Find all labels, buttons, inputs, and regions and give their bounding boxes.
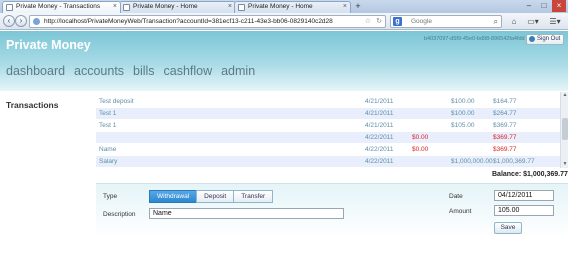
description-field[interactable]: Name bbox=[149, 208, 344, 219]
browser-tab-home-1[interactable]: Private Money - Home × bbox=[119, 1, 236, 13]
close-icon[interactable]: × bbox=[228, 2, 232, 12]
menu-item-accounts[interactable]: accounts bbox=[74, 64, 124, 78]
address-bar[interactable]: http://localhost/PrivateMoneyWeb/Transac… bbox=[29, 15, 386, 28]
date-label: Date bbox=[449, 193, 463, 200]
app-header: Private Money b4037097-d5f9-45e0-bd98-89… bbox=[0, 31, 568, 91]
table-row[interactable]: Test 1 4/21/2011 $105.00 $369.77 bbox=[96, 120, 560, 131]
address-text: http://localhost/PrivateMoneyWeb/Transac… bbox=[44, 18, 333, 25]
tx-balance: $164.77 bbox=[493, 98, 517, 105]
tx-balance: $1,000,369.77 bbox=[493, 158, 535, 165]
amount-field[interactable]: 105.00 bbox=[494, 205, 554, 216]
tx-deposit: $100.00 bbox=[451, 98, 475, 105]
menu-icon[interactable]: ☰▾ bbox=[546, 16, 564, 27]
scroll-up-icon[interactable]: ▲ bbox=[561, 92, 568, 99]
signout-icon bbox=[529, 36, 535, 42]
tx-name: Test 1 bbox=[99, 110, 117, 117]
tx-date: 4/22/2011 bbox=[365, 146, 394, 153]
list-scrollbar[interactable]: ▲ ▼ bbox=[560, 92, 568, 168]
page-title: Transactions bbox=[6, 100, 59, 110]
main-menu: dashboard accounts bills cashflow admin bbox=[6, 64, 262, 80]
tx-withdrawal: $0.00 bbox=[412, 134, 429, 141]
browser-tab-transactions[interactable]: Private Money - Transactions × bbox=[2, 1, 121, 13]
tab-title: Private Money - Home bbox=[133, 3, 198, 10]
search-input[interactable]: g Google ⌕ bbox=[390, 15, 502, 28]
scrollbar-thumb[interactable] bbox=[562, 118, 568, 140]
tx-balance: $369.77 bbox=[493, 134, 517, 141]
browser-tab-home-2[interactable]: Private Money - Home × bbox=[234, 1, 351, 13]
tx-withdrawal: $0.00 bbox=[412, 146, 429, 153]
reload-icon[interactable]: ↻ bbox=[376, 16, 382, 27]
page-icon bbox=[6, 4, 13, 11]
type-withdrawal-button[interactable]: Withdrawal bbox=[149, 190, 198, 203]
menu-item-dashboard[interactable]: dashboard bbox=[6, 64, 65, 78]
tx-name: Salary bbox=[99, 158, 118, 165]
tx-deposit: $100.00 bbox=[451, 110, 475, 117]
page-icon bbox=[123, 4, 130, 11]
balance-total: Balance: $1,000,369.77 bbox=[492, 171, 568, 178]
addon-icon[interactable]: ▭▾ bbox=[524, 16, 542, 27]
minimize-icon[interactable]: – bbox=[522, 0, 536, 12]
tx-balance: $264.77 bbox=[493, 110, 517, 117]
tab-title: Private Money - Transactions bbox=[16, 3, 101, 10]
maximize-icon[interactable]: □ bbox=[537, 0, 551, 12]
menu-item-cashflow[interactable]: cashflow bbox=[164, 64, 213, 78]
table-row[interactable]: Salary 4/22/2011 $1,000,000.00 $1,000,36… bbox=[96, 156, 560, 167]
transaction-list: Test deposit 4/21/2011 $100.00 $164.77 T… bbox=[96, 92, 560, 168]
table-row[interactable]: Test deposit 4/21/2011 $100.00 $164.77 bbox=[96, 96, 560, 107]
account-id: b4037097-d5f9-45e0-bd98-896542fa4fdd bbox=[424, 36, 525, 42]
browser-tabstrip: Private Money - Transactions × Private M… bbox=[0, 0, 568, 13]
amount-label: Amount bbox=[449, 208, 472, 215]
app-brand[interactable]: Private Money bbox=[6, 38, 91, 52]
tx-date: 4/21/2011 bbox=[365, 122, 394, 129]
tx-balance: $369.77 bbox=[493, 122, 517, 129]
tx-name: Test deposit bbox=[99, 98, 134, 105]
menu-item-admin[interactable]: admin bbox=[221, 64, 255, 78]
tx-date: 4/22/2011 bbox=[365, 158, 394, 165]
table-row[interactable]: 4/22/2011 $0.00 $369.77 bbox=[96, 132, 560, 143]
close-icon[interactable]: × bbox=[343, 2, 347, 12]
menu-item-bills[interactable]: bills bbox=[133, 64, 155, 78]
type-transfer-button[interactable]: Transfer bbox=[233, 190, 274, 203]
tx-name: Name bbox=[99, 146, 117, 153]
new-tab-button[interactable]: + bbox=[352, 2, 364, 12]
date-field[interactable]: 04/12/2011 bbox=[494, 190, 554, 201]
google-icon: g bbox=[393, 17, 402, 26]
tx-name: Test 1 bbox=[99, 122, 117, 129]
save-button[interactable]: Save bbox=[494, 222, 522, 234]
sign-out-button[interactable]: Sign Out bbox=[526, 34, 564, 45]
tx-deposit: $1,000,000.00 bbox=[451, 158, 493, 165]
back-arrow-icon[interactable]: ‹ bbox=[3, 15, 15, 27]
table-row[interactable]: Name 4/22/2011 $0.00 $369.77 bbox=[96, 144, 560, 155]
description-label: Description bbox=[103, 211, 136, 218]
type-deposit-button[interactable]: Deposit bbox=[196, 190, 235, 203]
sign-out-label: Sign Out bbox=[537, 36, 561, 42]
type-segmented-control: Withdrawal Deposit Transfer bbox=[149, 190, 274, 203]
tx-date: 4/22/2011 bbox=[365, 134, 394, 141]
scroll-down-icon[interactable]: ▼ bbox=[561, 161, 568, 168]
type-label: Type bbox=[103, 193, 118, 200]
search-icon[interactable]: ⌕ bbox=[494, 16, 498, 27]
page-icon bbox=[238, 4, 245, 11]
close-window-icon[interactable]: × bbox=[552, 0, 566, 12]
table-row[interactable]: Test 1 4/21/2011 $100.00 $264.77 bbox=[96, 108, 560, 119]
forward-arrow-icon[interactable]: › bbox=[15, 15, 27, 27]
home-icon[interactable]: ⌂ bbox=[508, 16, 520, 27]
browser-navbar: ‹ › http://localhost/PrivateMoneyWeb/Tra… bbox=[0, 13, 568, 30]
tx-date: 4/21/2011 bbox=[365, 98, 394, 105]
search-placeholder: Google bbox=[411, 18, 432, 25]
globe-icon bbox=[33, 18, 40, 25]
close-icon[interactable]: × bbox=[113, 2, 117, 12]
tx-balance: $369.77 bbox=[493, 146, 517, 153]
tx-date: 4/21/2011 bbox=[365, 110, 394, 117]
bookmark-star-icon[interactable]: ☆ bbox=[365, 16, 371, 27]
tab-title: Private Money - Home bbox=[248, 3, 313, 10]
tx-deposit: $105.00 bbox=[451, 122, 475, 129]
